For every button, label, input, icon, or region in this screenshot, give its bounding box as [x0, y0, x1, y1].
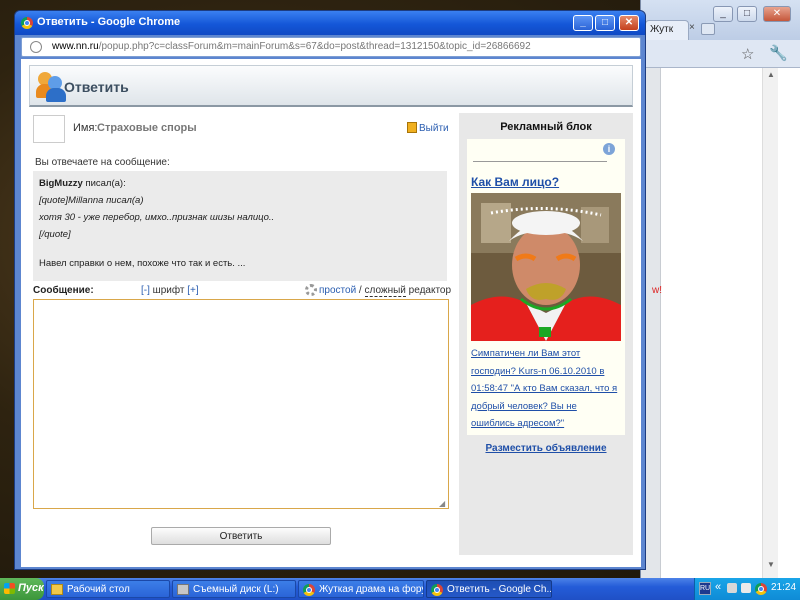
chrome-icon	[303, 584, 315, 596]
bg-minimize-icon[interactable]: _	[713, 6, 733, 22]
background-red-text: w!	[652, 285, 662, 296]
quote-line-1: [quote]Millanna писал(а)	[39, 195, 144, 206]
quote-line-2: хотя 30 - уже перебор, имхо..признак шиз…	[39, 212, 275, 223]
system-tray: RU « 21:24	[694, 578, 800, 600]
background-tab-close-icon[interactable]: ×	[689, 22, 701, 33]
page-title: Ответить	[64, 79, 129, 95]
maximize-icon[interactable]: □	[595, 15, 615, 31]
taskbar: Пуск Рабочий стол Съемный диск (L:) Жутк…	[0, 578, 800, 600]
ad-divider	[473, 161, 607, 162]
ad-title-link[interactable]: Как Вам лицо?	[471, 175, 559, 189]
language-indicator[interactable]: RU	[699, 582, 711, 595]
resize-grip-icon[interactable]: ◢	[439, 499, 445, 508]
start-label: Пуск	[18, 582, 44, 594]
quote-wrote: писал(а):	[82, 178, 126, 189]
bg-maximize-icon[interactable]: □	[737, 6, 757, 22]
place-ad-link[interactable]: Разместить объявление	[459, 443, 633, 454]
font-decrease-button[interactable]: [-]	[141, 285, 150, 296]
bookmark-star-icon[interactable]: ☆	[741, 45, 754, 63]
task-label: Ответить - Google Ch...	[447, 584, 552, 595]
avatar	[33, 115, 65, 143]
message-textarea[interactable]	[33, 299, 449, 509]
bg-close-icon[interactable]: ✕	[763, 6, 791, 22]
popup-page: Ответить Имя: Страховые споры Выйти Вы о…	[21, 59, 641, 567]
background-toolbar: ☆ 🔧	[641, 40, 800, 68]
minimize-icon[interactable]: _	[573, 15, 593, 31]
complex-editor-link[interactable]: сложный	[364, 285, 406, 297]
taskbar-item-forum-drama[interactable]: Жуткая драма на фору...	[298, 580, 424, 598]
simple-editor-link[interactable]: простой	[319, 285, 356, 296]
network-icon[interactable]	[727, 583, 737, 593]
message-label: Сообщение:	[33, 285, 94, 296]
page-header: Ответить	[29, 65, 633, 107]
logout-icon	[407, 122, 417, 133]
folder-icon	[51, 584, 63, 595]
background-tab[interactable]: Жутк	[645, 20, 689, 40]
ad-heading: Рекламный блок	[500, 121, 592, 133]
task-label: Рабочий стол	[67, 584, 130, 595]
popup-window-title: Ответить - Google Chrome	[37, 16, 181, 28]
windows-logo-icon	[4, 583, 15, 594]
scroll-down-icon[interactable]: ▼	[765, 560, 777, 572]
chrome-icon	[431, 584, 443, 596]
reply-to-label: Вы отвечаете на сообщение:	[35, 157, 170, 168]
quote-line-4: Навел справки о нем, похоже что так и ес…	[39, 258, 246, 269]
users-icon	[36, 70, 66, 102]
editor-word: редактор	[405, 285, 452, 296]
font-increase-button[interactable]: [+]	[187, 285, 198, 296]
taskbar-item-desktop[interactable]: Рабочий стол	[46, 580, 170, 598]
background-scrollbar[interactable]: ▲ ▼	[762, 68, 778, 578]
volume-icon[interactable]	[741, 583, 751, 593]
taskbar-item-reply-chrome[interactable]: Ответить - Google Ch...	[426, 580, 552, 598]
info-icon[interactable]: i	[603, 143, 615, 155]
ad-block: Рекламный блок i Как Вам лицо? Симпатиче…	[459, 113, 633, 555]
quote-author: BigMuzzy	[39, 178, 83, 189]
address-bar[interactable]: www.nn.ru/popup.php?c=classForum&m=mainF…	[21, 37, 641, 57]
task-label: Жуткая драма на фору...	[319, 584, 424, 595]
logout-link[interactable]: Выйти	[407, 122, 449, 134]
taskbar-item-removable-disk[interactable]: Съемный диск (L:)	[172, 580, 296, 598]
popup-titlebar[interactable]: Ответить - Google Chrome _ □ ✕	[15, 11, 645, 35]
task-label: Съемный диск (L:)	[193, 584, 279, 595]
logout-label: Выйти	[419, 123, 449, 134]
ad-text-link[interactable]: Симпатичен ли Вам этот господин? Kurs-n …	[471, 345, 621, 433]
background-titlebar: Жутк × _ □ ✕	[641, 0, 800, 40]
wrench-icon[interactable]: 🔧	[769, 44, 788, 62]
ad-card: i Как Вам лицо? Симпатичен ли Вам этот г…	[467, 139, 625, 435]
tray-expand-icon[interactable]: «	[715, 581, 721, 593]
editor-mode-controls: простой / сложный редактор	[305, 284, 452, 297]
url-path: /popup.php?c=classForum&m=mainForum&s=67…	[98, 41, 531, 52]
quote-line-3: [/quote]	[39, 229, 71, 240]
popup-window: Ответить - Google Chrome _ □ ✕ www.nn.ru…	[14, 10, 646, 570]
close-icon[interactable]: ✕	[619, 15, 639, 31]
editor-separator: /	[356, 285, 365, 296]
drive-icon	[177, 584, 189, 595]
new-tab-icon[interactable]	[701, 23, 715, 35]
start-button[interactable]: Пуск	[0, 578, 44, 600]
clock: 21:24	[771, 582, 797, 593]
quoted-message: BigMuzzy писал(а): [quote]Millanna писал…	[33, 171, 447, 281]
scroll-up-icon[interactable]: ▲	[765, 70, 777, 82]
user-name: Страховые споры	[97, 122, 197, 134]
chrome-icon	[21, 17, 33, 29]
reply-submit-button[interactable]: Ответить	[151, 527, 331, 545]
url-host: www.nn.ru	[52, 41, 99, 52]
globe-icon	[30, 41, 42, 53]
font-label: шрифт	[149, 285, 188, 296]
gear-icon	[305, 284, 317, 296]
ad-photo[interactable]	[471, 193, 621, 341]
name-label: Имя:	[73, 122, 98, 134]
font-size-controls: [-] шрифт [+]	[141, 285, 199, 296]
chrome-tray-icon[interactable]	[755, 583, 767, 595]
